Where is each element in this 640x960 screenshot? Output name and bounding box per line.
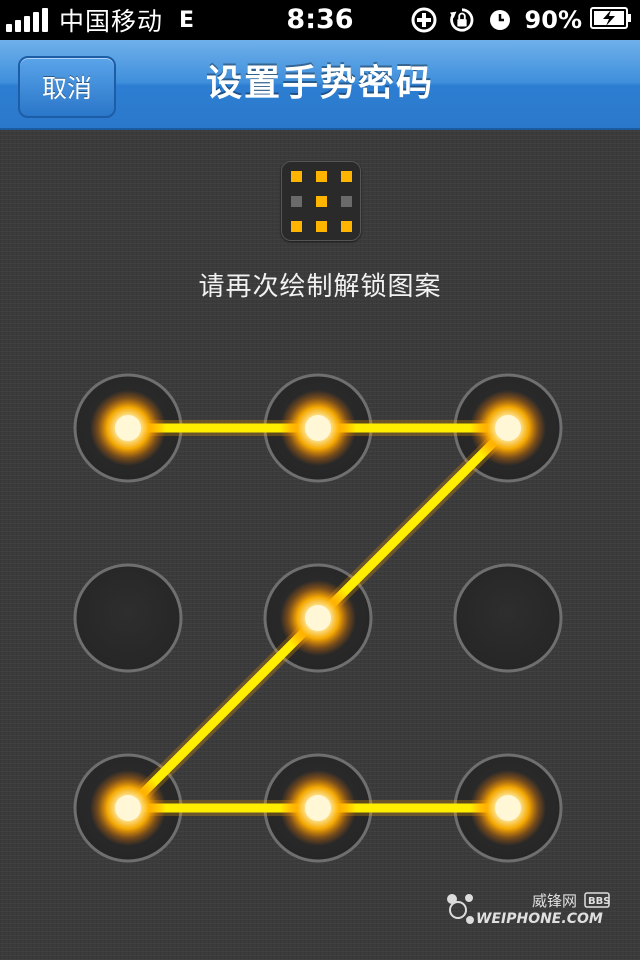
- node-dot-2: [305, 415, 331, 441]
- pattern-node-6[interactable]: [453, 563, 563, 673]
- watermark-en: WEIPHONE.COM: [476, 911, 603, 927]
- weiphone-logo-icon: [447, 894, 474, 924]
- node-dot-5: [305, 605, 331, 631]
- node-dot-8: [305, 795, 331, 821]
- lock-pattern[interactable]: [0, 0, 640, 960]
- node-dot-7: [115, 795, 141, 821]
- watermark-bbs: BBS: [588, 896, 610, 907]
- pattern-node-4[interactable]: [73, 563, 183, 673]
- node-dot-1: [115, 415, 141, 441]
- watermark-cn: 威锋网: [532, 892, 577, 910]
- weiphone-watermark: 威锋网 BBS WEIPHONE.COM: [447, 892, 610, 927]
- node-dot-3: [495, 415, 521, 441]
- node-dot-9: [495, 795, 521, 821]
